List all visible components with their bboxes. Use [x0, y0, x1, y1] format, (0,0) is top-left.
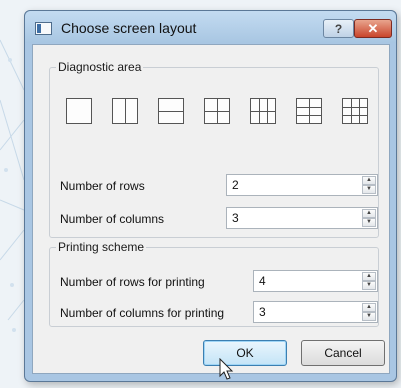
print-columns-increment-icon[interactable]: ▲	[362, 303, 376, 312]
window-app-icon	[35, 22, 52, 35]
diagnostic-area-legend: Diagnostic area	[58, 60, 142, 74]
printing-scheme-legend: Printing scheme	[58, 240, 145, 254]
title-bar[interactable]: Choose screen layout ? ✕	[25, 11, 396, 43]
layout-1x2-icon[interactable]	[112, 98, 138, 124]
layout-1x1-icon[interactable]	[66, 98, 92, 124]
layout-2x2-icon[interactable]	[204, 98, 230, 124]
choose-screen-layout-dialog: Choose screen layout ? ✕ Diagnostic area	[24, 10, 397, 382]
print-columns-value[interactable]: 3	[259, 305, 266, 319]
diagnostic-area-group: Diagnostic area Number of rows 2 ▲ ▼ Num…	[49, 60, 379, 238]
close-button[interactable]: ✕	[354, 19, 392, 38]
rows-increment-icon[interactable]: ▲	[362, 176, 376, 185]
columns-decrement-icon[interactable]: ▼	[362, 218, 376, 227]
print-columns-decrement-icon[interactable]: ▼	[362, 312, 376, 321]
layout-2x1-icon[interactable]	[158, 98, 184, 124]
print-rows-value[interactable]: 4	[259, 274, 266, 288]
rows-spinner[interactable]: 2 ▲ ▼	[226, 174, 378, 196]
rows-decrement-icon[interactable]: ▼	[362, 185, 376, 194]
window-title: Choose screen layout	[61, 20, 197, 36]
layout-options	[66, 98, 368, 128]
rows-value[interactable]: 2	[232, 178, 239, 192]
help-button[interactable]: ?	[323, 19, 354, 38]
layout-2x3-icon[interactable]	[250, 98, 276, 124]
columns-spinner[interactable]: 3 ▲ ▼	[226, 207, 378, 229]
print-rows-spinner[interactable]: 4 ▲ ▼	[253, 270, 378, 292]
print-rows-label: Number of rows for printing	[60, 275, 205, 289]
print-columns-spinner[interactable]: 3 ▲ ▼	[253, 301, 378, 323]
print-columns-label: Number of columns for printing	[60, 306, 225, 320]
print-rows-increment-icon[interactable]: ▲	[362, 272, 376, 281]
mouse-pointer-icon	[219, 358, 234, 380]
print-rows-decrement-icon[interactable]: ▼	[362, 281, 376, 290]
cancel-button[interactable]: Cancel	[301, 340, 385, 366]
columns-value[interactable]: 3	[232, 211, 239, 225]
columns-increment-icon[interactable]: ▲	[362, 209, 376, 218]
ok-button[interactable]: OK	[203, 340, 287, 366]
layout-3x3-icon[interactable]	[342, 98, 368, 124]
dialog-body: Diagnostic area Number of rows 2 ▲ ▼ Num…	[32, 44, 390, 374]
columns-label: Number of columns	[60, 212, 165, 226]
layout-3x2-icon[interactable]	[296, 98, 322, 124]
rows-label: Number of rows	[60, 179, 145, 193]
printing-scheme-group: Printing scheme Number of rows for print…	[49, 240, 379, 327]
